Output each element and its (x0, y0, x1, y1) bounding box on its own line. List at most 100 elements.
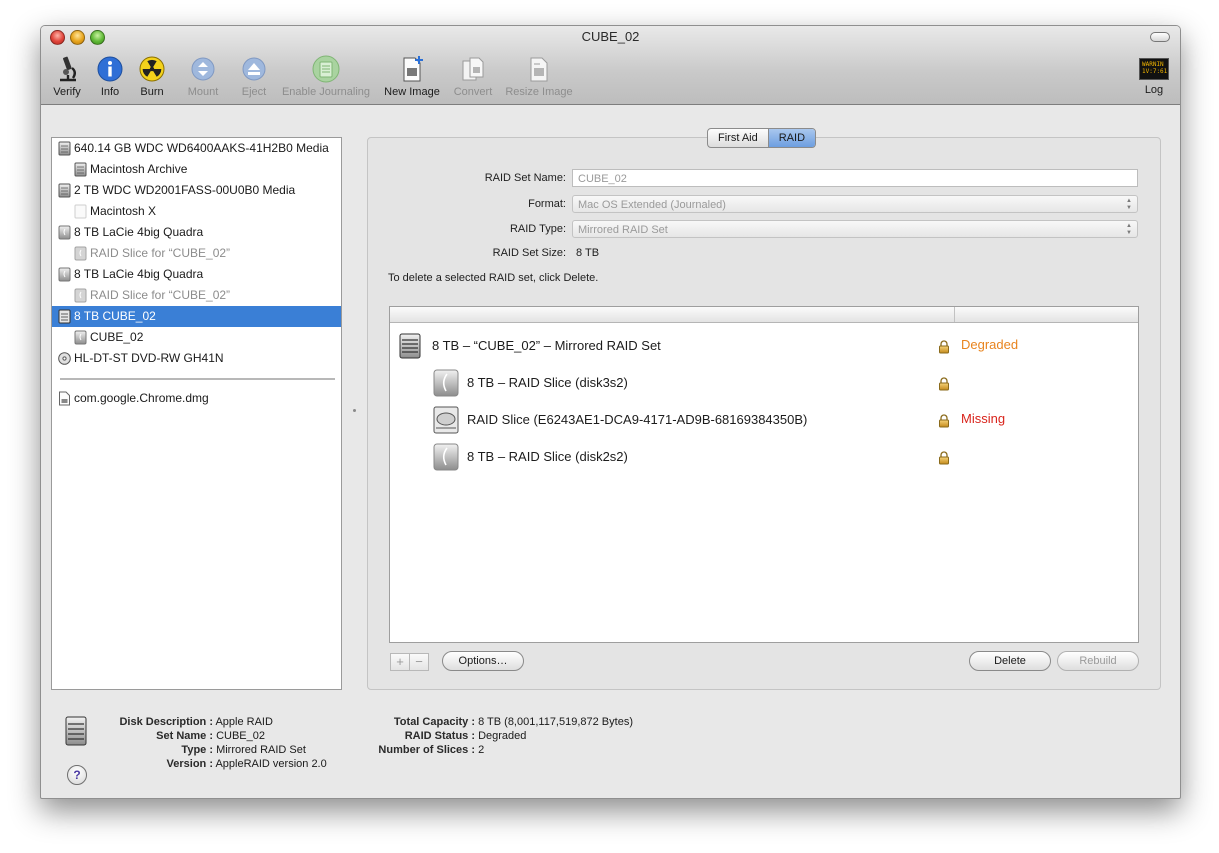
sidebar-item-macintosh-x[interactable]: Macintosh X (52, 201, 341, 222)
tab-raid[interactable]: RAID (768, 129, 816, 147)
console-log-icon: WARNIN 1V:7:61 (1139, 58, 1169, 80)
blank-volume-icon (74, 204, 87, 219)
disk-description-info: Disk Description : Apple RAID (119, 716, 273, 728)
new-image-button[interactable]: New Image (382, 54, 442, 100)
microscope-icon (60, 56, 76, 82)
sidebar-item-label: RAID Slice for “CUBE_02” (90, 246, 231, 260)
raid-members-table[interactable]: 8 TB – “CUBE_02” – Mirrored RAID Set Deg… (389, 306, 1139, 643)
journal-icon (312, 55, 340, 83)
delete-button[interactable]: Delete (969, 651, 1051, 671)
new-image-label: New Image (384, 86, 440, 98)
internal-disk-icon (58, 183, 71, 198)
title-bar: CUBE_02 Verify Info Burn Mount Eject Ena… (41, 26, 1180, 105)
tab-first-aid[interactable]: First Aid (708, 129, 769, 147)
raid-slice-icon (74, 288, 87, 303)
sidebar-item-lacie-1[interactable]: 8 TB LaCie 4big Quadra (52, 222, 341, 243)
version-info: Version : AppleRAID version 2.0 (166, 758, 327, 770)
raid-set-name-input[interactable]: CUBE_02 (572, 169, 1138, 187)
column-separator (954, 307, 955, 322)
resize-image-button[interactable]: Resize Image (503, 54, 575, 100)
convert-icon (462, 57, 484, 81)
resize-image-icon (530, 57, 548, 82)
info-label: Info (100, 86, 120, 98)
row-label: 8 TB – RAID Slice (disk3s2) (467, 375, 628, 390)
sidebar-item-wdc-640gb[interactable]: 640.14 GB WDC WD6400AAKS-41H2B0 Media (52, 138, 341, 159)
table-row-missing-slice[interactable]: RAID Slice (E6243AE1-DCA9-4171-AD9B-6816… (390, 403, 1138, 437)
resize-image-label: Resize Image (505, 86, 573, 98)
split-view-handle[interactable] (353, 409, 356, 412)
table-row-raid-set[interactable]: 8 TB – “CUBE_02” – Mirrored RAID Set Deg… (390, 329, 1138, 363)
window-title: CUBE_02 (581, 29, 640, 44)
help-button[interactable]: ? (67, 765, 87, 785)
options-button[interactable]: Options… (442, 651, 524, 671)
mount-label: Mount (187, 86, 219, 98)
tab-bar: First Aid RAID (707, 128, 817, 148)
raid-set-size-value: 8 TB (576, 247, 600, 259)
add-slice-button[interactable]: + (390, 653, 410, 671)
total-capacity-info: Total Capacity : 8 TB (8,001,117,519,872… (393, 716, 633, 728)
external-disk-icon (58, 267, 71, 282)
sidebar-item-raid-slice-2[interactable]: RAID Slice for “CUBE_02” (52, 285, 341, 306)
volume-icon (74, 162, 87, 177)
info-button[interactable]: Info (93, 54, 127, 100)
lock-icon (939, 377, 949, 391)
sidebar-item-lacie-2[interactable]: 8 TB LaCie 4big Quadra (52, 264, 341, 285)
info-icon (97, 56, 123, 82)
row-label: 8 TB – RAID Slice (disk2s2) (467, 449, 628, 464)
format-label: Format: (528, 198, 566, 210)
mount-button[interactable]: Mount (181, 54, 225, 100)
raid-slice-icon (74, 246, 87, 261)
sidebar-item-label: RAID Slice for “CUBE_02” (90, 288, 231, 302)
sidebar-item-cube02-volume[interactable]: CUBE_02 (52, 327, 341, 348)
sidebar-item-raid-slice-1[interactable]: RAID Slice for “CUBE_02” (52, 243, 341, 264)
mount-icon (191, 57, 215, 81)
row-label: RAID Slice (E6243AE1-DCA9-4171-AD9B-6816… (467, 412, 808, 427)
volume-icon (74, 330, 87, 345)
internal-disk-icon (58, 141, 71, 156)
log-label: Log (1144, 84, 1164, 96)
optical-drive-icon (58, 352, 71, 365)
raid-type-value: Mirrored RAID Set (578, 224, 668, 236)
sidebar-item-label: Macintosh X (90, 204, 157, 218)
toolbar-toggle-button[interactable] (1150, 32, 1170, 42)
log-button[interactable]: WARNIN 1V:7:61 Log (1137, 54, 1171, 100)
raid-set-icon (399, 333, 421, 359)
raid-set-icon (65, 716, 87, 746)
eject-icon (242, 57, 266, 81)
lock-icon (939, 451, 949, 465)
sidebar-item-label: 2 TB WDC WD2001FASS-00U0B0 Media (74, 183, 296, 197)
raid-type-popup[interactable]: Mirrored RAID Set ▲ ▼ (572, 220, 1138, 238)
row-status: Degraded (961, 337, 1019, 352)
sidebar-item-label: com.google.Chrome.dmg (74, 391, 209, 405)
sidebar-item-label: 8 TB LaCie 4big Quadra (74, 225, 204, 239)
sidebar-item-cube02-set[interactable]: 8 TB CUBE_02 (52, 306, 341, 327)
format-popup[interactable]: Mac OS Extended (Journaled) ▲ ▼ (572, 195, 1138, 213)
enable-journaling-button[interactable]: Enable Journaling (279, 54, 373, 100)
sidebar-item-label: HL-DT-ST DVD-RW GH41N (74, 351, 224, 365)
rebuild-button[interactable]: Rebuild (1057, 651, 1139, 671)
raid-status-info: RAID Status : Degraded (404, 730, 527, 742)
sidebar-item-dvd-drive[interactable]: HL-DT-ST DVD-RW GH41N (52, 348, 341, 369)
convert-label: Convert (453, 86, 493, 98)
disk-utility-window: CUBE_02 Verify Info Burn Mount Eject Ena… (40, 25, 1181, 799)
burn-button[interactable]: Burn (135, 54, 169, 100)
raid-set-size-label: RAID Set Size: (492, 247, 566, 259)
sidebar-item-wdc-2tb[interactable]: 2 TB WDC WD2001FASS-00U0B0 Media (52, 180, 341, 201)
convert-button[interactable]: Convert (450, 54, 496, 100)
row-status: Missing (961, 411, 1006, 426)
row-label: 8 TB – “CUBE_02” – Mirrored RAID Set (432, 338, 661, 353)
type-info: Type : Mirrored RAID Set (181, 744, 306, 756)
table-row-slice-disk3s2[interactable]: 8 TB – RAID Slice (disk3s2) (390, 366, 1138, 400)
eject-button[interactable]: Eject (237, 54, 271, 100)
remove-slice-button[interactable]: − (409, 653, 429, 671)
sidebar-item-chrome-dmg[interactable]: com.google.Chrome.dmg (52, 388, 341, 409)
sidebar-item-macintosh-archive[interactable]: Macintosh Archive (52, 159, 341, 180)
set-name-info: Set Name : CUBE_02 (156, 730, 265, 742)
disk-list-sidebar[interactable]: 640.14 GB WDC WD6400AAKS-41H2B0 Media Ma… (51, 137, 342, 690)
burn-label: Burn (140, 86, 164, 98)
verify-button[interactable]: Verify (49, 54, 85, 100)
sidebar-item-label: 8 TB CUBE_02 (74, 309, 156, 323)
table-row-slice-disk2s2[interactable]: 8 TB – RAID Slice (disk2s2) (390, 440, 1138, 474)
sidebar-item-label: 640.14 GB WDC WD6400AAKS-41H2B0 Media (74, 141, 329, 155)
external-disk-icon (433, 369, 459, 397)
